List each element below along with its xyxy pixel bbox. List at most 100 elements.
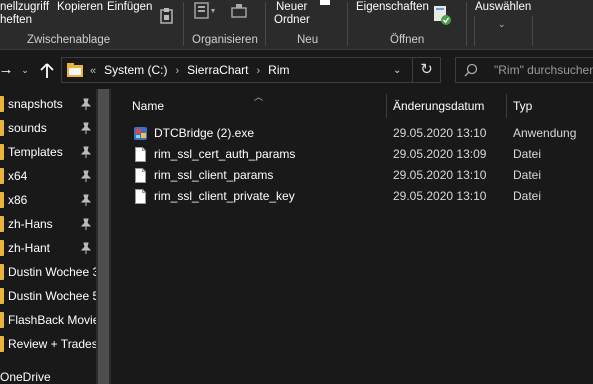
folder-icon: [0, 240, 4, 256]
sidebar-item-label: Dustin Wochee 3: [8, 265, 96, 279]
pin-icon: [81, 242, 91, 254]
folder-icon: [0, 144, 4, 160]
sidebar-item-zh-hans[interactable]: zh-Hans: [0, 212, 96, 236]
sidebar-item-templates[interactable]: Templates: [0, 140, 96, 164]
pin-icon: [81, 98, 91, 110]
paste-button[interactable]: Einfügen: [107, 1, 152, 14]
search-box[interactable]: "Rim" durchsuchen: [455, 57, 593, 83]
delete-icon[interactable]: [230, 2, 250, 20]
file-name: rim_ssl_client_private_key: [154, 189, 295, 203]
column-divider[interactable]: [506, 94, 507, 118]
sidebar-item-zh-hant[interactable]: zh-Hant: [0, 236, 96, 260]
file-name: rim_ssl_client_params: [154, 168, 274, 182]
file-name: DTCBridge (2).exe: [154, 126, 255, 140]
file-row[interactable]: rim_ssl_client_private_key 29.05.2020 13…: [111, 186, 593, 207]
select-chevron-icon[interactable]: ⌄: [498, 18, 506, 31]
column-header-type[interactable]: Typ: [513, 94, 532, 118]
ribbon-separator: [466, 2, 467, 46]
breadcrumb-separator-icon[interactable]: ›: [257, 65, 261, 77]
address-bar[interactable]: « System (C:) › SierraChart › Rim: [61, 57, 441, 83]
ribbon-separator: [474, 16, 475, 46]
move-to-icon[interactable]: [194, 2, 216, 20]
forward-icon[interactable]: →: [0, 59, 16, 81]
search-placeholder: "Rim" durchsuchen: [494, 63, 593, 77]
navigation-bar: → ⌄ « System (C:) › SierraChart › Rim ⌄ ↻ "Ri…: [0, 51, 593, 89]
file-type: Datei: [513, 189, 542, 203]
recent-locations-chevron-icon[interactable]: ⌄: [20, 59, 30, 81]
sidebar-item-label: Review + Trades: [8, 337, 96, 351]
sidebar-item-label: FlashBack Movie: [8, 313, 96, 327]
address-dropdown-icon[interactable]: ⌄: [393, 60, 403, 82]
refresh-icon[interactable]: ↻: [412, 58, 440, 82]
new-folder-button[interactable]: Neuer: [276, 1, 307, 14]
breadcrumb-overflow-icon[interactable]: «: [90, 65, 96, 77]
ribbon-separator: [347, 2, 348, 46]
ribbon-separator: [532, 16, 533, 46]
file-date: 29.05.2020 13:10: [393, 168, 487, 182]
breadcrumb-drive[interactable]: System (C:): [104, 63, 167, 77]
file-type: Anwendung: [513, 126, 577, 140]
properties-button[interactable]: Eigenschaften: [356, 1, 429, 14]
sort-ascending-icon: ︿: [254, 92, 264, 102]
sidebar-item-dustin-wochee-3[interactable]: Dustin Wochee 3: [0, 260, 96, 284]
pin-quick-access-button[interactable]: nellzugriff: [0, 1, 49, 14]
file-icon: [135, 168, 146, 183]
sidebar-item-x86[interactable]: x86: [0, 188, 96, 212]
folder-icon: [0, 192, 4, 208]
folder-icon: [0, 216, 4, 232]
open-group-label: Öffnen: [390, 34, 425, 46]
sidebar-item-review-trades[interactable]: Review + Trades: [0, 332, 96, 356]
file-date: 29.05.2020 13:10: [393, 189, 487, 203]
sidebar-item-onedrive[interactable]: OneDrive: [0, 365, 96, 384]
column-header-date[interactable]: Änderungsdatum: [393, 94, 484, 118]
column-header-name[interactable]: Name: [132, 94, 164, 118]
pin-icon: [81, 146, 91, 158]
file-date: 29.05.2020 13:09: [393, 147, 487, 161]
sidebar-item-x64[interactable]: x64: [0, 164, 96, 188]
column-divider[interactable]: [386, 94, 387, 118]
pin-icon: [81, 122, 91, 134]
sidebar-item-snapshots[interactable]: snapshots: [0, 92, 96, 116]
breadcrumb-sierrachart[interactable]: SierraChart: [187, 63, 248, 77]
sidebar-scrollbar-thumb[interactable]: [98, 89, 109, 384]
ribbon-separator: [265, 2, 266, 46]
sidebar-item-label: OneDrive: [0, 370, 51, 384]
new-group-label: Neu: [297, 34, 319, 46]
pin-icon: [81, 170, 91, 182]
search-icon: [464, 63, 478, 77]
navigation-pane: snapshots sounds Templates x64 x86 zh-Ha…: [0, 89, 111, 384]
folder-icon: [0, 168, 4, 184]
up-arrow-icon[interactable]: [40, 63, 60, 85]
properties-icon[interactable]: [432, 4, 452, 26]
file-list: ︿ Name Änderungsdatum Typ DTCBridge (2).…: [111, 89, 593, 384]
sidebar-item-flashback-movie[interactable]: FlashBack Movie: [0, 308, 96, 332]
folder-icon: [0, 120, 4, 136]
organize-group-label: Organisieren: [192, 34, 258, 46]
folder-icon: [67, 63, 83, 77]
file-icon: [135, 147, 146, 162]
ribbon-separator: [183, 2, 184, 46]
paste-shortcut-icon[interactable]: [160, 8, 174, 24]
copy-button[interactable]: Kopieren: [57, 1, 103, 14]
sidebar-item-sounds[interactable]: sounds: [0, 116, 96, 140]
file-row[interactable]: DTCBridge (2).exe 29.05.2020 13:10 Anwen…: [111, 123, 593, 144]
file-row[interactable]: rim_ssl_client_params 29.05.2020 13:10 D…: [111, 165, 593, 186]
folder-icon: [0, 264, 4, 280]
breadcrumb-rim[interactable]: Rim: [268, 63, 289, 77]
new-folder-label2: Ordner: [274, 14, 310, 26]
exe-icon: [134, 127, 147, 140]
breadcrumb: « System (C:) › SierraChart › Rim: [90, 58, 290, 82]
new-item-icon[interactable]: [320, 0, 330, 5]
select-button[interactable]: Auswählen: [475, 1, 531, 14]
file-type: Datei: [513, 168, 542, 182]
file-name: rim_ssl_cert_auth_params: [154, 147, 296, 161]
folder-icon: [0, 96, 4, 112]
pin-icon: [81, 194, 91, 206]
file-type: Datei: [513, 147, 542, 161]
pin-icon: [81, 218, 91, 230]
folder-icon: [0, 312, 4, 328]
sidebar-item-dustin-wochee-5[interactable]: Dustin Wochee 5: [0, 284, 96, 308]
breadcrumb-separator-icon[interactable]: ›: [175, 65, 179, 77]
ribbon: nellzugriff heften Kopieren Einfügen Zwi…: [0, 0, 593, 50]
file-row[interactable]: rim_ssl_cert_auth_params 29.05.2020 13:0…: [111, 144, 593, 165]
